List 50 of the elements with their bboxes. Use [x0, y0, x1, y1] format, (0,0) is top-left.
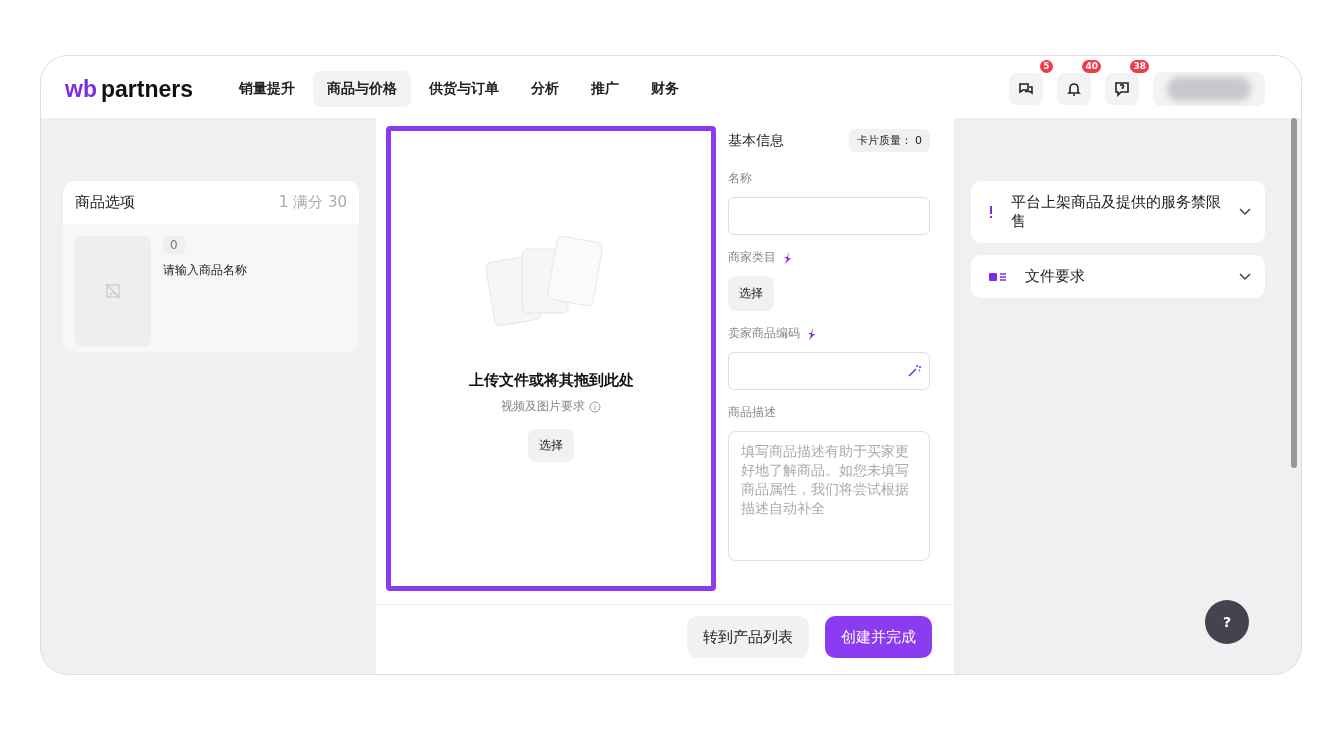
nav-tab[interactable]: 财务 — [637, 71, 693, 107]
select-button[interactable]: 选择 — [728, 276, 774, 311]
document-icon — [989, 271, 1007, 282]
nav-tab[interactable]: 商品与价格 — [313, 71, 411, 107]
field-label: 卖家商品编码 — [728, 325, 800, 342]
sparkle-icon — [782, 251, 794, 264]
no-image-icon — [105, 283, 121, 299]
sparkle-icon — [806, 327, 818, 340]
index-chip: 0 — [163, 236, 185, 254]
info-panel[interactable]: 平台上架商品及提供的服务禁限售 — [971, 181, 1265, 243]
action-button[interactable]: 创建并完成 — [825, 616, 932, 658]
input-field[interactable] — [728, 352, 930, 390]
header-icon-button[interactable] — [1057, 73, 1091, 105]
info-icon — [589, 400, 601, 413]
section-title: 基本信息 — [728, 131, 784, 150]
nav-tab[interactable]: 销量提升 — [225, 71, 309, 107]
nav-tab[interactable]: 分析 — [517, 71, 573, 107]
panel-title: 平台上架商品及提供的服务禁限售 — [1011, 193, 1221, 231]
logo-text[interactable]: partners — [100, 75, 193, 103]
upload-title: 上传文件或将其拖到此处 — [468, 371, 634, 390]
chat-icon — [1018, 81, 1034, 97]
upload-dropzone[interactable]: 上传文件或将其拖到此处 视频及图片要求 选择 — [386, 126, 716, 591]
nav-tab[interactable]: 推广 — [577, 71, 633, 107]
card-title: 商品选项 — [75, 193, 135, 212]
header-icon-button[interactable] — [1105, 73, 1139, 105]
select-button[interactable]: 选择 — [528, 429, 574, 462]
input-field[interactable] — [728, 197, 930, 235]
count-badge: 40 — [1082, 60, 1101, 73]
placeholder-text: 填写商品描述有助于买家更好地了解商品。如您未填写商品属性，我们将尝试根据描述自动补全 — [741, 442, 910, 518]
help-icon — [1114, 81, 1130, 97]
header-icon-button[interactable] — [1009, 73, 1043, 105]
field-label: 名称 — [728, 170, 752, 187]
field-label: 商品描述 — [728, 404, 776, 421]
nav-tab[interactable]: 供货与订单 — [415, 71, 513, 107]
upload-hint: 视频及图片要求 — [501, 398, 585, 415]
info-panel[interactable]: 文件要求 — [971, 255, 1265, 298]
logo-mark[interactable]: wb — [65, 75, 97, 103]
count-badge: 38 — [1130, 60, 1149, 73]
field-label: 商家类目 — [728, 249, 776, 266]
option-item[interactable]: 0 请输入商品名称 — [63, 224, 359, 352]
quality-chip: 卡片质量： 0 — [848, 129, 930, 152]
count-badge: 5 — [1040, 60, 1053, 73]
panel-title: 文件要求 — [1025, 267, 1086, 286]
magic-wand-icon — [907, 364, 921, 378]
card-count: 1 满分 30 — [278, 193, 347, 212]
bell-icon — [1066, 81, 1082, 97]
action-button[interactable]: 转到产品列表 — [687, 616, 809, 658]
item-name: 请输入商品名称 — [163, 262, 247, 279]
help-button[interactable]: ? — [1205, 600, 1249, 644]
profile-button[interactable] — [1153, 72, 1265, 106]
